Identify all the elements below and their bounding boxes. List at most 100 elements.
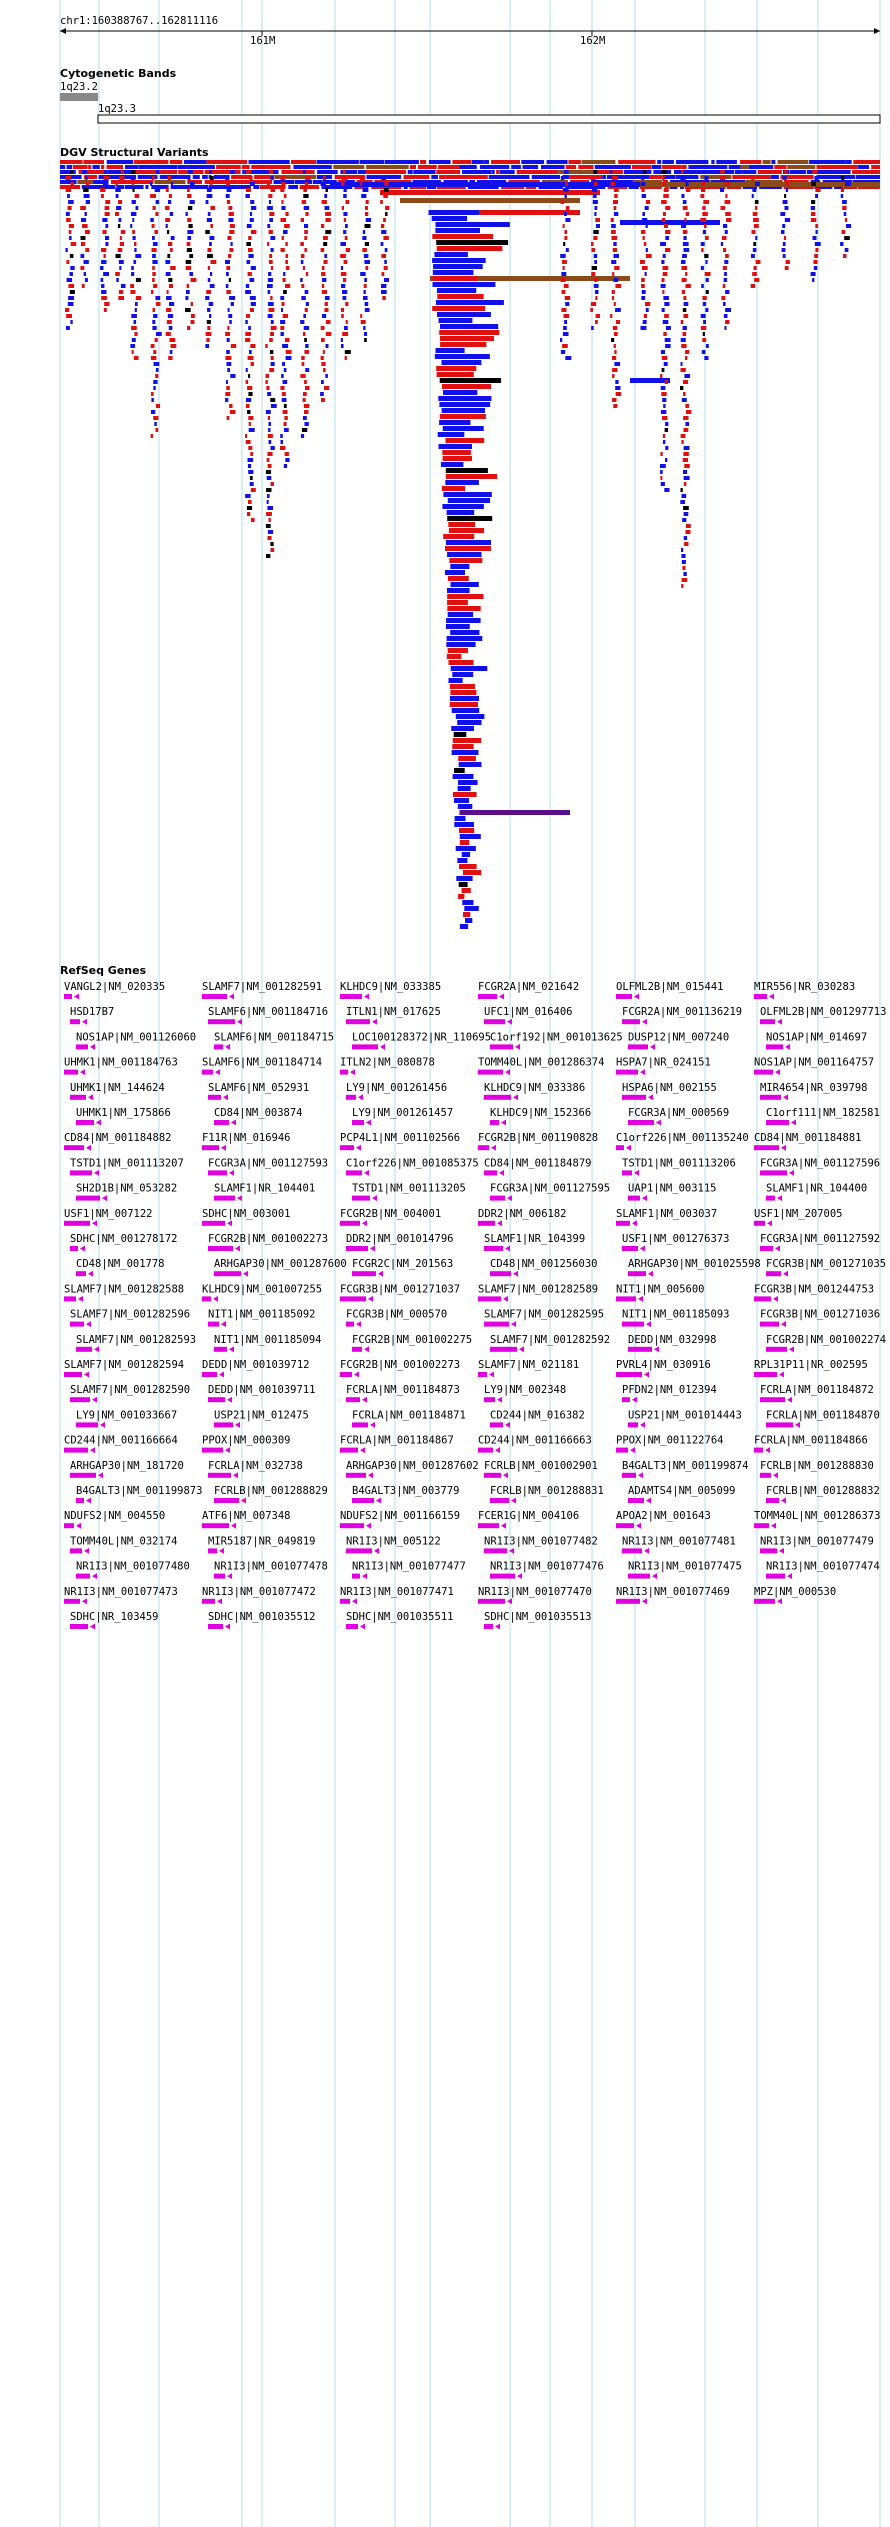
dgv-variant[interactable]	[165, 218, 171, 222]
dgv-variant[interactable]	[460, 810, 570, 815]
dgv-variant[interactable]	[784, 206, 789, 210]
dgv-variant[interactable]	[344, 236, 348, 240]
dgv-variant[interactable]	[663, 194, 669, 198]
dgv-variant[interactable]	[281, 236, 284, 240]
dgv-variant[interactable]	[152, 260, 158, 264]
dgv-variant[interactable]	[432, 258, 486, 263]
dgv-variant[interactable]	[440, 342, 487, 347]
dgv-variant[interactable]	[442, 456, 472, 461]
dgv-variant[interactable]	[563, 314, 570, 318]
dgv-variant[interactable]	[302, 416, 307, 420]
dgv-variant[interactable]	[448, 678, 463, 683]
dgv-variant[interactable]	[362, 170, 366, 174]
dgv-variant[interactable]	[265, 380, 268, 384]
dgv-variant[interactable]	[208, 302, 214, 306]
dgv-variant[interactable]	[445, 546, 491, 551]
dgv-variant[interactable]	[662, 160, 674, 164]
dgv-variant[interactable]	[150, 182, 153, 186]
dgv-variant[interactable]	[682, 242, 689, 246]
dgv-variant[interactable]	[787, 165, 816, 169]
dgv-variant[interactable]	[363, 290, 366, 294]
gene-glyph[interactable]	[766, 1498, 779, 1503]
dgv-variant[interactable]	[385, 160, 419, 164]
dgv-variant[interactable]	[686, 524, 691, 528]
dgv-variant[interactable]	[245, 368, 248, 372]
dgv-variant[interactable]	[561, 272, 567, 276]
dgv-variant[interactable]	[152, 266, 155, 270]
dgv-variant[interactable]	[384, 248, 388, 252]
dgv-variant[interactable]	[101, 248, 107, 252]
dgv-variant[interactable]	[324, 254, 328, 258]
dgv-variant[interactable]	[705, 278, 709, 282]
dgv-variant[interactable]	[67, 206, 72, 210]
dgv-variant[interactable]	[152, 326, 157, 330]
dgv-variant[interactable]	[623, 170, 652, 174]
dgv-variant[interactable]	[641, 278, 645, 282]
dgv-variant[interactable]	[131, 266, 134, 270]
dgv-variant[interactable]	[151, 398, 154, 402]
gene-glyph[interactable]	[622, 1397, 630, 1403]
cytoband-1q23-3[interactable]	[97, 114, 881, 124]
gene-glyph[interactable]	[76, 1573, 90, 1579]
dgv-variant[interactable]	[72, 165, 88, 169]
dgv-variant[interactable]	[871, 165, 880, 169]
dgv-variant[interactable]	[558, 170, 595, 174]
gene-glyph[interactable]	[352, 1195, 370, 1201]
dgv-variant[interactable]	[280, 326, 285, 330]
dgv-variant[interactable]	[434, 354, 490, 359]
dgv-variant[interactable]	[643, 242, 647, 246]
dgv-variant[interactable]	[809, 160, 846, 164]
dgv-variant[interactable]	[444, 570, 465, 575]
dgv-variant[interactable]	[300, 278, 303, 282]
dgv-variant[interactable]	[267, 464, 272, 468]
dgv-variant[interactable]	[436, 372, 474, 377]
dgv-variant[interactable]	[152, 176, 155, 180]
dgv-variant[interactable]	[459, 828, 475, 833]
dgv-variant[interactable]	[321, 284, 325, 288]
dgv-variant[interactable]	[155, 200, 160, 204]
dgv-variant[interactable]	[131, 200, 136, 204]
dgv-variant[interactable]	[812, 236, 817, 240]
dgv-variant[interactable]	[662, 266, 669, 270]
gene-glyph[interactable]	[64, 1598, 80, 1604]
dgv-variant[interactable]	[248, 500, 252, 504]
dgv-variant[interactable]	[70, 320, 73, 324]
dgv-variant[interactable]	[365, 218, 372, 222]
gene-glyph[interactable]	[346, 1397, 360, 1403]
dgv-variant[interactable]	[151, 248, 157, 252]
dgv-variant[interactable]	[324, 386, 330, 390]
gene-glyph[interactable]	[76, 1498, 84, 1503]
gene-glyph[interactable]	[214, 1498, 239, 1503]
dgv-variant[interactable]	[343, 194, 347, 198]
dgv-variant[interactable]	[614, 266, 620, 270]
dgv-variant[interactable]	[703, 320, 706, 324]
dgv-variant[interactable]	[270, 446, 275, 450]
gene-glyph[interactable]	[760, 1548, 777, 1554]
dgv-variant[interactable]	[662, 434, 666, 438]
dgv-variant[interactable]	[754, 200, 759, 204]
dgv-variant[interactable]	[560, 278, 566, 282]
gene-glyph[interactable]	[346, 1321, 354, 1327]
dgv-variant[interactable]	[268, 308, 275, 312]
dgv-variant[interactable]	[151, 392, 154, 396]
dgv-variant[interactable]	[265, 410, 271, 414]
dgv-variant[interactable]	[591, 266, 597, 270]
dgv-variant[interactable]	[384, 182, 389, 186]
dgv-variant[interactable]	[300, 218, 304, 222]
dgv-variant[interactable]	[665, 446, 669, 450]
dgv-variant[interactable]	[102, 182, 109, 186]
dgv-variant[interactable]	[366, 165, 409, 169]
dgv-variant[interactable]	[706, 344, 709, 348]
dgv-variant[interactable]	[83, 188, 89, 192]
dgv-variant[interactable]	[68, 224, 75, 228]
dgv-variant[interactable]	[133, 356, 139, 360]
dgv-variant[interactable]	[299, 185, 320, 189]
dgv-variant[interactable]	[842, 200, 847, 204]
dgv-variant[interactable]	[452, 738, 482, 743]
dgv-variant[interactable]	[83, 260, 89, 264]
dgv-variant[interactable]	[155, 170, 160, 174]
dgv-variant[interactable]	[564, 236, 568, 240]
dgv-variant[interactable]	[680, 500, 685, 504]
dgv-variant[interactable]	[565, 356, 572, 360]
dgv-variant[interactable]	[340, 254, 346, 258]
